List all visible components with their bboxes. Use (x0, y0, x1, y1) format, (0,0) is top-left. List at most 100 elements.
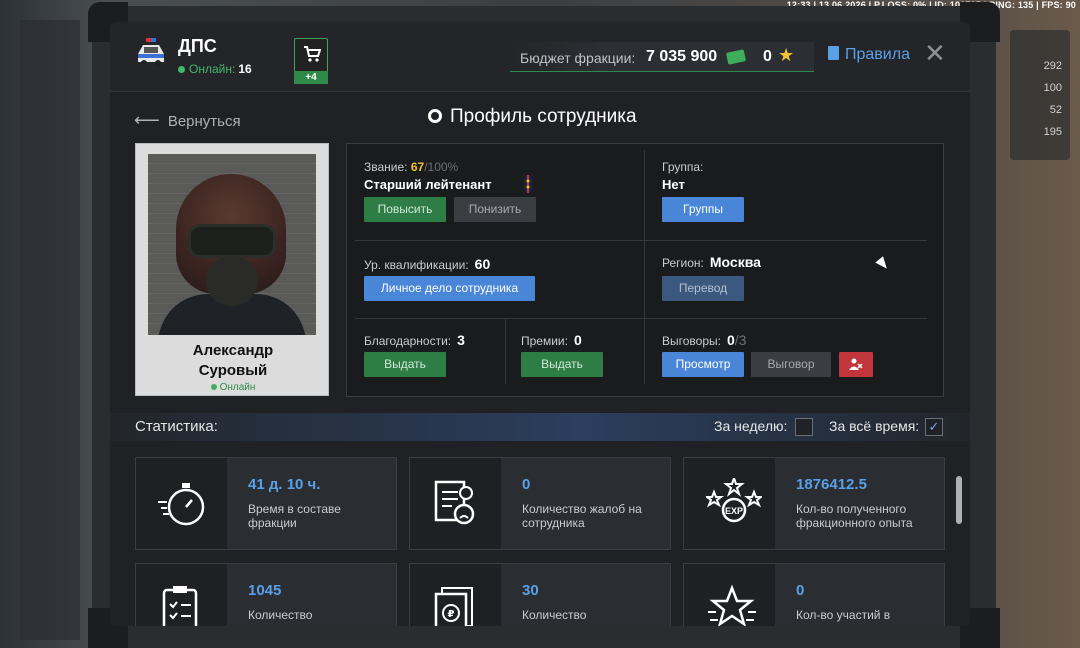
thanks-row: Благодарности: 3 (364, 332, 465, 348)
stat-value: 0 (796, 582, 805, 599)
svg-text:₽: ₽ (448, 609, 455, 620)
ruble-document-icon: ₽ (410, 564, 501, 626)
stats-header: Статистика: За неделю: За всё время: ✓ (110, 413, 970, 441)
avatar (148, 154, 316, 335)
divider (355, 240, 927, 241)
qualification-row: Ур. квалификации: 60 (364, 256, 490, 272)
stopwatch-icon (136, 458, 227, 549)
bonuses-label: Премии: (521, 334, 568, 348)
thanks-label: Благодарности: (364, 334, 452, 348)
clipboard-checklist-icon (136, 564, 227, 626)
region-row: Регион: Москва (662, 254, 761, 270)
online-dot-icon (210, 384, 217, 390)
stat-card: EXP 1876412.5 Кол-во полученного фракцио… (683, 457, 945, 550)
stat-description: Количество (522, 608, 587, 622)
svg-text:EXP: EXP (725, 506, 743, 516)
employee-info-grid: Звание: 67/100% Старший лейтенант Повыси… (346, 143, 944, 397)
employee-name: Александр Суровый (136, 341, 330, 381)
avatar-gas-mask (206, 256, 258, 306)
police-car-icon (138, 38, 164, 66)
reprimands-value: 0 (726, 332, 735, 348)
stat-value: 1876412.5 (796, 476, 867, 493)
demote-button[interactable]: Понизить (454, 197, 536, 222)
qualification-label: Ур. квалификации: (364, 258, 469, 272)
rules-link[interactable]: Правила (828, 46, 910, 64)
personal-file-button[interactable]: Личное дело сотрудника (364, 276, 535, 301)
bonuses-value: 0 (573, 332, 582, 348)
stat-description: Кол-во участий в (796, 608, 891, 622)
stat-value: 41 д. 10 ч. (248, 476, 321, 493)
stats-title: Статистика: (135, 418, 218, 435)
game-chat-panel (20, 20, 80, 640)
rank-name: Старший лейтенант (364, 177, 492, 192)
give-bonus-button[interactable]: Выдать (521, 352, 603, 377)
divider (644, 318, 645, 384)
arrow-left-icon: ⟵ (134, 110, 160, 130)
employee-status: Онлайн (136, 382, 330, 393)
week-checkbox[interactable] (795, 418, 813, 436)
groups-button[interactable]: Группы (662, 197, 744, 222)
view-reprimands-button[interactable]: Просмотр (662, 352, 744, 377)
region-label: Регион: (662, 256, 704, 270)
stars-value: 0 (763, 48, 772, 65)
bg-stat-value: 292 (1043, 60, 1062, 72)
cash-icon (725, 49, 747, 65)
budget-value: 7 035 900 (646, 48, 718, 65)
star-icon: ★ (778, 45, 795, 65)
rules-label: Правила (845, 46, 910, 63)
bonuses-row: Премии: 0 (521, 332, 582, 348)
stat-description: Кол-во полученного фракционного опыта (796, 502, 913, 530)
stat-card: 1045 Количество (135, 563, 397, 626)
rank-insignia-icon (524, 175, 532, 193)
employee-avatar-card: Александр Суровый Онлайн (135, 143, 329, 396)
page-title: Профиль сотрудника (428, 106, 637, 128)
reprimands-label: Выговоры: (662, 334, 721, 348)
online-dot-icon (178, 66, 185, 73)
region-value: Москва (709, 254, 761, 270)
document-icon (828, 46, 839, 60)
stat-description: Время в составе фракции (248, 502, 341, 530)
page-title-text: Профиль сотрудника (450, 106, 637, 127)
stat-card: 0 Кол-во участий в (683, 563, 945, 626)
stat-value: 1045 (248, 582, 282, 599)
employee-first-name: Александр (192, 342, 274, 359)
cart-badge: +4 (294, 71, 328, 84)
reprimands-row: Выговоры: 0/3 (662, 332, 746, 348)
faction-panel: ДПС Онлайн: 16 +4 Бюджет фракции: 7 035 9… (110, 22, 970, 626)
shop-cart-button[interactable]: +4 (294, 38, 328, 84)
stat-description: Количество жалоб на сотрудника (522, 502, 642, 530)
stat-value: 30 (522, 582, 539, 599)
bg-stat-value: 100 (1043, 82, 1062, 94)
employee-status-text: Онлайн (219, 382, 256, 393)
alltime-filter-label: За всё время: (829, 418, 920, 434)
scrollbar[interactable] (956, 476, 962, 524)
group-value: Нет (662, 177, 685, 192)
online-indicator: Онлайн: 16 (178, 62, 252, 76)
bg-stat-value: 195 (1043, 126, 1062, 138)
reprimands-max: /3 (734, 332, 747, 348)
rank-progress: 67 (410, 160, 425, 174)
stat-card: 41 д. 10 ч. Время в составе фракции (135, 457, 397, 550)
back-button[interactable]: ⟵ Вернуться (134, 110, 241, 131)
divider (355, 318, 927, 319)
reprimand-button[interactable]: Выговор (751, 352, 831, 377)
alltime-checkbox[interactable]: ✓ (925, 418, 943, 436)
close-icon[interactable]: ✕ (924, 40, 946, 66)
group-label: Группа: (662, 160, 704, 174)
faction-budget: Бюджет фракции: 7 035 900 0 ★ (510, 42, 814, 72)
stat-card: 0 Количество жалоб на сотрудника (409, 457, 671, 550)
transfer-button[interactable]: Перевод (662, 276, 744, 301)
thanks-value: 3 (457, 332, 465, 348)
gear-icon (428, 109, 442, 123)
cart-icon (304, 46, 321, 62)
divider (505, 318, 506, 384)
rank-label: Звание: (364, 160, 408, 174)
promote-button[interactable]: Повысить (364, 197, 446, 222)
game-stats-panel (1010, 30, 1070, 160)
bg-stat-value: 52 (1049, 104, 1062, 116)
complaint-document-icon (410, 458, 501, 549)
back-label: Вернуться (167, 113, 241, 130)
give-thanks-button[interactable]: Выдать (364, 352, 446, 377)
employee-last-name: Суровый (198, 362, 268, 379)
fire-employee-button[interactable] (839, 352, 873, 377)
